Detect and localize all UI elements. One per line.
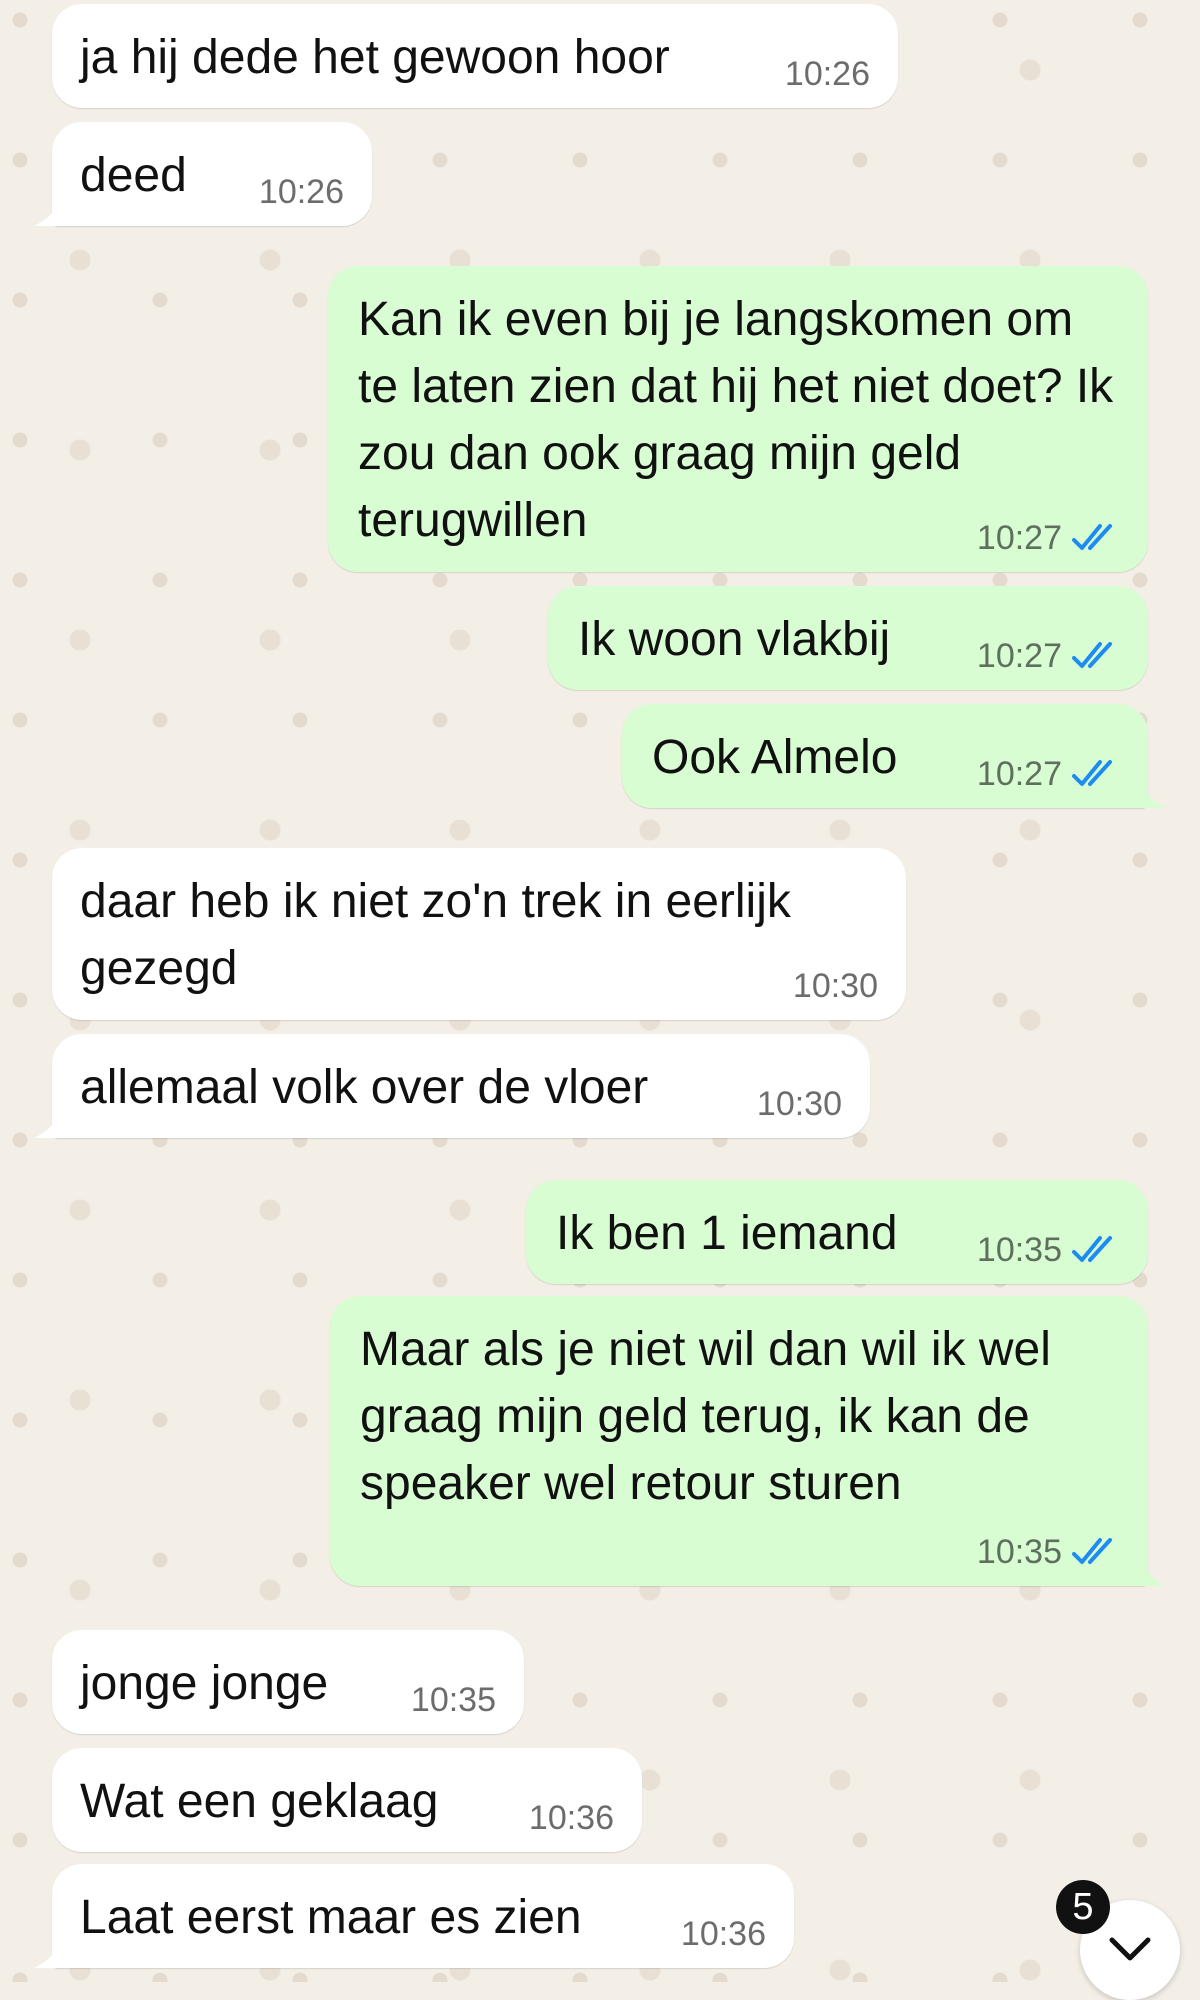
read-receipt-icon [1070,1536,1120,1568]
message-text: allemaal volk over de vloer [80,1061,649,1114]
bubble-tail [1136,1556,1166,1586]
incoming-message[interactable]: jonge jonge 10:35 [52,1630,524,1734]
chevron-down-icon [1109,1937,1151,1961]
message-time: 10:26 [784,55,870,93]
unread-count-badge: 5 [1056,1880,1110,1934]
read-receipt-icon [1070,1234,1120,1266]
bubble-tail [34,1108,64,1138]
outgoing-message[interactable]: Ik woon vlakbij 10:27 [548,586,1148,690]
read-receipt-icon [1070,522,1120,554]
outgoing-message[interactable]: Maar als je niet wil dan wil ik wel graa… [330,1296,1166,1586]
message-text: Maar als je niet wil dan wil ik wel graa… [360,1323,1051,1510]
read-receipt-icon [1070,758,1120,790]
bubble-tail [1136,778,1166,808]
incoming-message[interactable]: Wat een geklaag 10:36 [52,1748,642,1852]
outgoing-message[interactable]: Kan ik even bij je langskomen om te late… [328,266,1148,572]
message-time: 10:30 [756,1085,842,1123]
outgoing-message[interactable]: Ook Almelo 10:27 [622,704,1166,808]
outgoing-message[interactable]: Ik ben 1 iemand 10:35 [526,1180,1148,1284]
message-time: 10:35 [977,1230,1120,1270]
incoming-message[interactable]: Laat eerst maar es zien 10:36 [34,1864,794,1968]
message-text: Kan ik even bij je langskomen om te late… [358,293,1114,547]
message-text: ja hij dede het gewoon hoor [80,31,670,84]
bubble-tail [34,1938,64,1968]
message-time: 10:27 [977,518,1120,558]
incoming-message[interactable]: deed 10:26 [34,122,372,226]
incoming-message[interactable]: allemaal volk over de vloer 10:30 [34,1034,870,1138]
message-time: 10:35 [977,1532,1120,1572]
read-receipt-icon [1070,640,1120,672]
message-time: 10:27 [977,636,1120,676]
message-text: Laat eerst maar es zien [80,1891,582,1944]
message-time: 10:35 [410,1681,496,1719]
message-time: 10:27 [977,754,1120,794]
message-time: 10:36 [528,1799,614,1837]
message-time: 10:36 [680,1915,766,1953]
message-time: 10:30 [792,967,878,1005]
bubble-tail [34,196,64,226]
message-text: daar heb ik niet zo'n trek in eerlijk ge… [80,875,791,995]
message-time: 10:26 [258,173,344,211]
incoming-message[interactable]: daar heb ik niet zo'n trek in eerlijk ge… [52,848,906,1020]
incoming-message[interactable]: ja hij dede het gewoon hoor 10:26 [52,4,898,108]
